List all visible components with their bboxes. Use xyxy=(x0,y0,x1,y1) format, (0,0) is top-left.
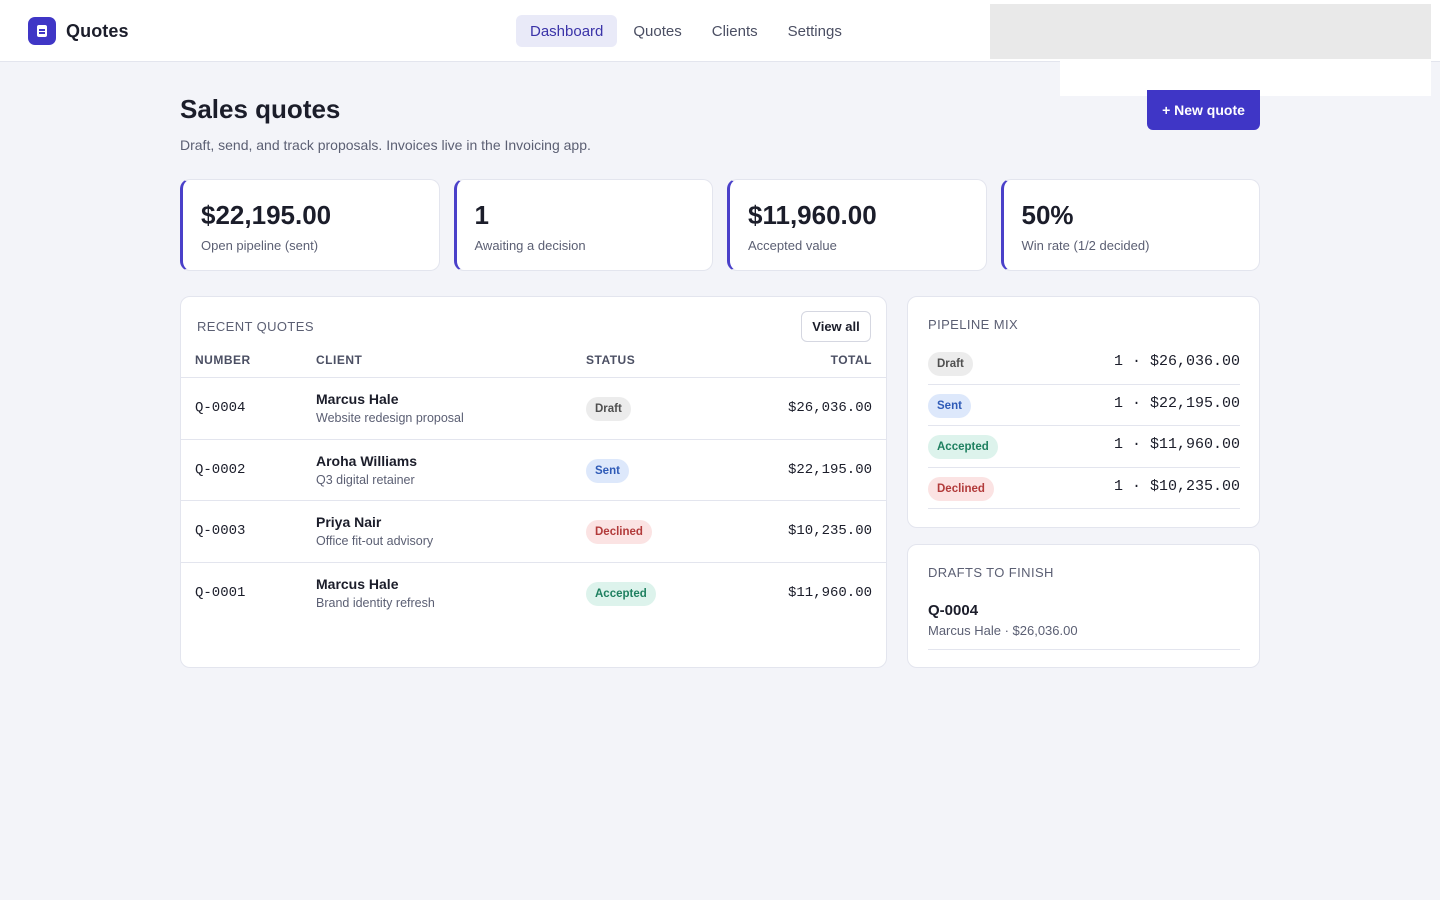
kpi-label: Accepted value xyxy=(748,238,837,253)
quote-total: $22,195.00 xyxy=(787,461,872,478)
kpi-value: $22,195.00 xyxy=(201,200,332,230)
kpi-value: 1 xyxy=(474,200,489,230)
pipeline-mix-heading: PIPELINE MIX xyxy=(928,317,1019,332)
table-row[interactable]: Q-0002 Aroha Williams Q3 digital retaine… xyxy=(181,440,886,501)
kpi-value: 50% xyxy=(1021,200,1074,230)
status-cell: Accepted xyxy=(586,581,656,606)
kpi-label: Win rate (1/2 decided) xyxy=(1021,238,1150,253)
quote-description: Office fit-out advisory xyxy=(316,534,434,548)
client-name: Marcus Hale xyxy=(316,391,399,407)
status-badge: Accepted xyxy=(928,435,998,459)
client-cell: Marcus Hale Website redesign proposal xyxy=(316,391,464,425)
kpi-card-awaiting-decision: 1 Awaiting a decision xyxy=(453,179,713,271)
nav-item-dashboard[interactable]: Dashboard xyxy=(516,15,618,47)
status-badge: Sent xyxy=(928,393,971,418)
kpi-label: Awaiting a decision xyxy=(474,238,586,253)
status-cell: Sent xyxy=(586,458,629,483)
kpi-card-accepted-value: $11,960.00 Accepted value xyxy=(727,179,987,271)
list-item: Declined 1 · $10,235.00 xyxy=(928,468,1240,509)
status-cell: Declined xyxy=(586,520,652,544)
redacted-area xyxy=(990,4,1431,59)
nav-item-settings[interactable]: Settings xyxy=(774,15,856,47)
quote-description: Brand identity refresh xyxy=(316,595,435,610)
kpi-row: $22,195.00 Open pipeline (sent) 1 Awaiti… xyxy=(180,179,1260,271)
draft-meta: Marcus Hale · $26,036.00 xyxy=(928,623,1078,638)
brand[interactable]: Quotes xyxy=(28,17,129,45)
quote-description: Website redesign proposal xyxy=(316,411,464,425)
main-nav: Dashboard Quotes Clients Settings xyxy=(516,15,856,47)
column-header-number: NUMBER xyxy=(195,353,251,367)
kpi-value: $11,960.00 xyxy=(748,200,877,230)
list-item: Accepted 1 · $11,960.00 xyxy=(928,426,1240,468)
status-badge: Draft xyxy=(586,397,631,421)
app-name: Quotes xyxy=(66,20,129,41)
table-row[interactable]: Q-0003 Priya Nair Office fit-out advisor… xyxy=(181,501,886,563)
client-cell: Marcus Hale Brand identity refresh xyxy=(316,576,435,610)
quote-number: Q-0001 xyxy=(195,584,246,601)
page-subtitle: Draft, send, and track proposals. Invoic… xyxy=(180,137,591,153)
list-item: Draft 1 · $26,036.00 xyxy=(928,343,1240,385)
quote-number: Q-0003 xyxy=(195,523,246,539)
drafts-to-finish-card: DRAFTS TO FINISH Q-0004 Marcus Hale · $2… xyxy=(907,544,1260,668)
status-badge: Sent xyxy=(586,458,629,483)
mix-value: 1 · $22,195.00 xyxy=(1113,394,1240,412)
quote-total: $11,960.00 xyxy=(787,584,872,601)
mix-value: 1 · $10,235.00 xyxy=(1113,477,1240,495)
kpi-card-win-rate: 50% Win rate (1/2 decided) xyxy=(1000,179,1260,271)
quote-total: $26,036.00 xyxy=(787,400,872,416)
column-header-total: TOTAL xyxy=(830,353,872,367)
status-badge: Accepted xyxy=(586,581,656,606)
column-header-client: CLIENT xyxy=(316,353,363,367)
quotes-table-body: Q-0004 Marcus Hale Website redesign prop… xyxy=(181,378,886,624)
table-row[interactable]: Q-0004 Marcus Hale Website redesign prop… xyxy=(181,378,886,440)
table-header: NUMBER CLIENT STATUS TOTAL xyxy=(181,347,886,378)
status-cell: Draft xyxy=(586,397,631,421)
quote-number: Q-0004 xyxy=(195,400,246,416)
column-header-status: STATUS xyxy=(586,353,636,367)
mix-value: 1 · $26,036.00 xyxy=(1113,353,1240,370)
new-quote-button[interactable]: + New quote xyxy=(1147,90,1260,130)
quote-number: Q-0002 xyxy=(195,461,246,478)
client-name: Marcus Hale xyxy=(316,575,399,592)
quote-total: $10,235.00 xyxy=(787,523,872,539)
status-badge: Declined xyxy=(586,520,652,544)
kpi-card-open-pipeline: $22,195.00 Open pipeline (sent) xyxy=(180,179,440,271)
nav-item-quotes[interactable]: Quotes xyxy=(619,15,695,47)
kpi-label: Open pipeline (sent) xyxy=(201,238,319,253)
page-title: Sales quotes xyxy=(180,94,341,124)
client-cell: Priya Nair Office fit-out advisory xyxy=(316,514,433,548)
client-cell: Aroha Williams Q3 digital retainer xyxy=(316,453,417,487)
recent-quotes-card: RECENT QUOTES View all NUMBER CLIENT STA… xyxy=(180,296,887,668)
table-row[interactable]: Q-0001 Marcus Hale Brand identity refres… xyxy=(181,563,886,625)
draft-number: Q-0004 xyxy=(928,602,979,619)
pipeline-mix-list: Draft 1 · $26,036.00 Sent 1 · $22,195.00… xyxy=(928,343,1240,509)
quote-description: Q3 digital retainer xyxy=(316,472,415,487)
status-badge: Declined xyxy=(928,476,994,501)
client-name: Aroha Williams xyxy=(316,452,418,469)
list-item: Sent 1 · $22,195.00 xyxy=(928,385,1240,426)
status-badge: Draft xyxy=(928,352,973,376)
client-name: Priya Nair xyxy=(316,514,382,530)
pipeline-mix-card: PIPELINE MIX Draft 1 · $26,036.00 Sent 1… xyxy=(907,296,1260,528)
drafts-heading: DRAFTS TO FINISH xyxy=(928,565,1054,580)
recent-quotes-heading: RECENT QUOTES xyxy=(197,319,314,334)
draft-item[interactable]: Q-0004 Marcus Hale · $26,036.00 xyxy=(928,602,1240,650)
view-all-button[interactable]: View all xyxy=(801,311,871,342)
mix-value: 1 · $11,960.00 xyxy=(1113,436,1240,453)
nav-item-clients[interactable]: Clients xyxy=(698,15,772,47)
document-icon xyxy=(28,17,56,45)
